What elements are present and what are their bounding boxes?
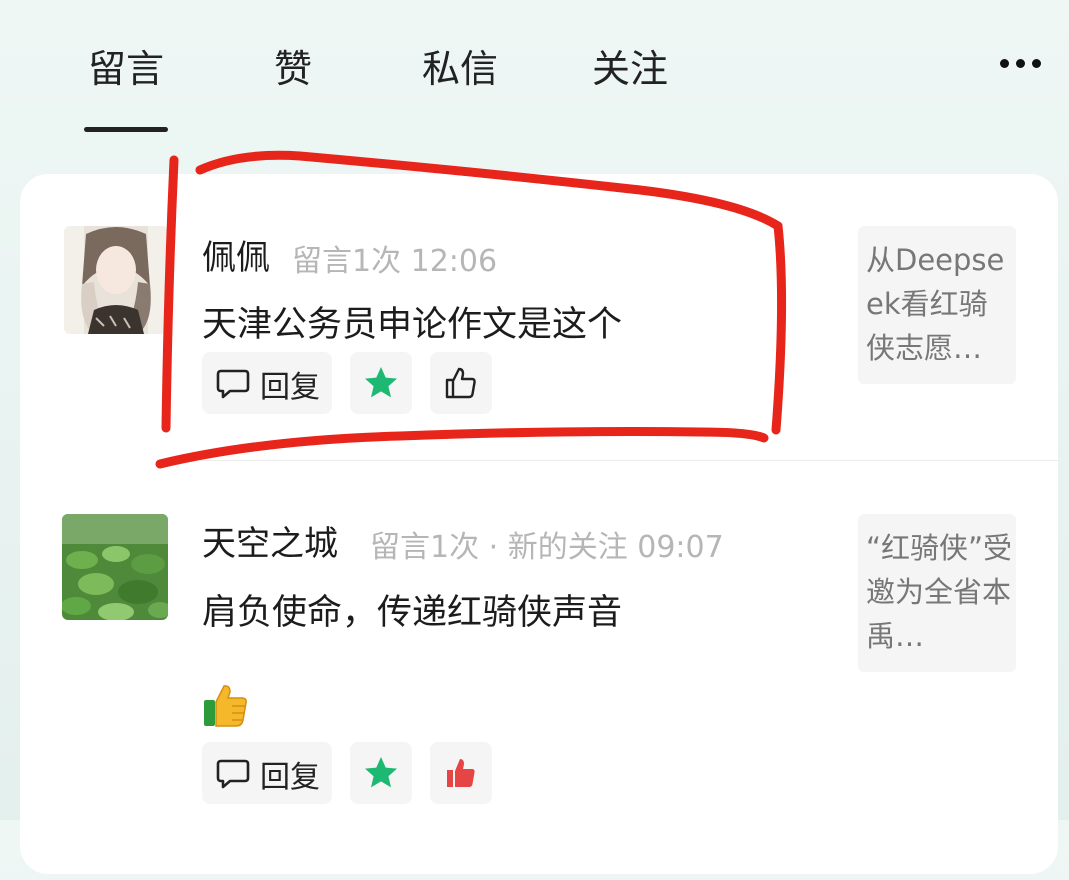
reply-button[interactable]: 回复 xyxy=(202,742,332,804)
comment-meta: 留言1次 · 新的关注 09:07 xyxy=(370,530,724,565)
post-preview-text: “红骑侠”受邀为全省本禹… xyxy=(866,531,1013,653)
like-button[interactable] xyxy=(430,742,492,804)
thumbs-up-emoji xyxy=(202,682,250,728)
post-preview[interactable]: “红骑侠”受邀为全省本禹… xyxy=(858,514,1016,672)
reply-button[interactable]: 回复 xyxy=(202,352,332,414)
more-dots-icon[interactable] xyxy=(996,56,1046,76)
tab-bar: 留言 赞 私信 关注 xyxy=(0,0,1069,150)
thumbs-up-filled-icon xyxy=(447,759,475,787)
tab-follows[interactable]: 关注 xyxy=(588,44,672,94)
comment-text: 肩负使命，传递红骑侠声音 xyxy=(202,593,623,633)
user-name[interactable]: 佩佩 xyxy=(202,230,270,279)
comment-bubble-icon xyxy=(216,369,250,399)
reply-label: 回复 xyxy=(260,370,320,405)
reply-label: 回复 xyxy=(260,760,320,795)
active-tab-indicator xyxy=(84,127,168,132)
tab-messages[interactable]: 私信 xyxy=(418,44,502,94)
star-icon xyxy=(365,757,397,788)
thumbs-up-icon xyxy=(445,367,476,399)
comment-text: 天津公务员申论作文是这个 xyxy=(202,305,623,345)
list-item[interactable]: 佩佩 留言1次 12:06 天津公务员申论作文是这个 回复 从Deepseek看… xyxy=(20,174,1058,460)
tab-likes[interactable]: 赞 xyxy=(268,44,318,94)
avatar[interactable] xyxy=(62,514,168,620)
comment-meta: 留言1次 12:06 xyxy=(292,244,498,279)
post-preview[interactable]: 从Deepseek看红骑侠志愿… xyxy=(858,226,1016,384)
list-item[interactable]: 天空之城 留言1次 · 新的关注 09:07 肩负使命，传递红骑侠声音 回复 “… xyxy=(20,460,1058,880)
post-preview-text: 从Deepseek看红骑侠志愿… xyxy=(866,243,1005,365)
tab-comments[interactable]: 留言 xyxy=(84,44,168,94)
like-button[interactable] xyxy=(430,352,492,414)
notification-list: 佩佩 留言1次 12:06 天津公务员申论作文是这个 回复 从Deepseek看… xyxy=(20,174,1058,874)
user-name[interactable]: 天空之城 xyxy=(202,516,338,565)
star-icon xyxy=(365,367,397,398)
comment-bubble-icon xyxy=(216,759,250,789)
favorite-button[interactable] xyxy=(350,352,412,414)
favorite-button[interactable] xyxy=(350,742,412,804)
avatar[interactable] xyxy=(64,226,168,334)
